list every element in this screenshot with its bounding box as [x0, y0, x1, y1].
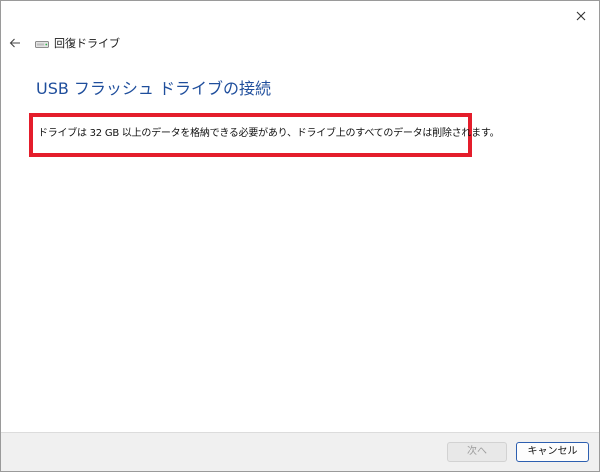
- back-button[interactable]: [6, 35, 24, 51]
- close-button[interactable]: [569, 5, 593, 27]
- page-title: USB フラッシュ ドライブの接続: [36, 79, 272, 98]
- app-header: 回復ドライブ: [35, 36, 120, 52]
- recovery-drive-window: 回復ドライブ USB フラッシュ ドライブの接続 ドライブは 32 GB 以上の…: [0, 0, 600, 472]
- app-title: 回復ドライブ: [54, 37, 120, 50]
- footer-bar: 次へ キャンセル: [1, 432, 599, 471]
- close-icon: [576, 11, 586, 21]
- drive-icon: [35, 41, 49, 48]
- requirement-message: ドライブは 32 GB 以上のデータを格納できる必要があり、ドライブ上のすべての…: [38, 128, 500, 139]
- cancel-button[interactable]: キャンセル: [516, 442, 589, 462]
- next-button[interactable]: 次へ: [447, 442, 507, 462]
- back-arrow-icon: [9, 38, 20, 48]
